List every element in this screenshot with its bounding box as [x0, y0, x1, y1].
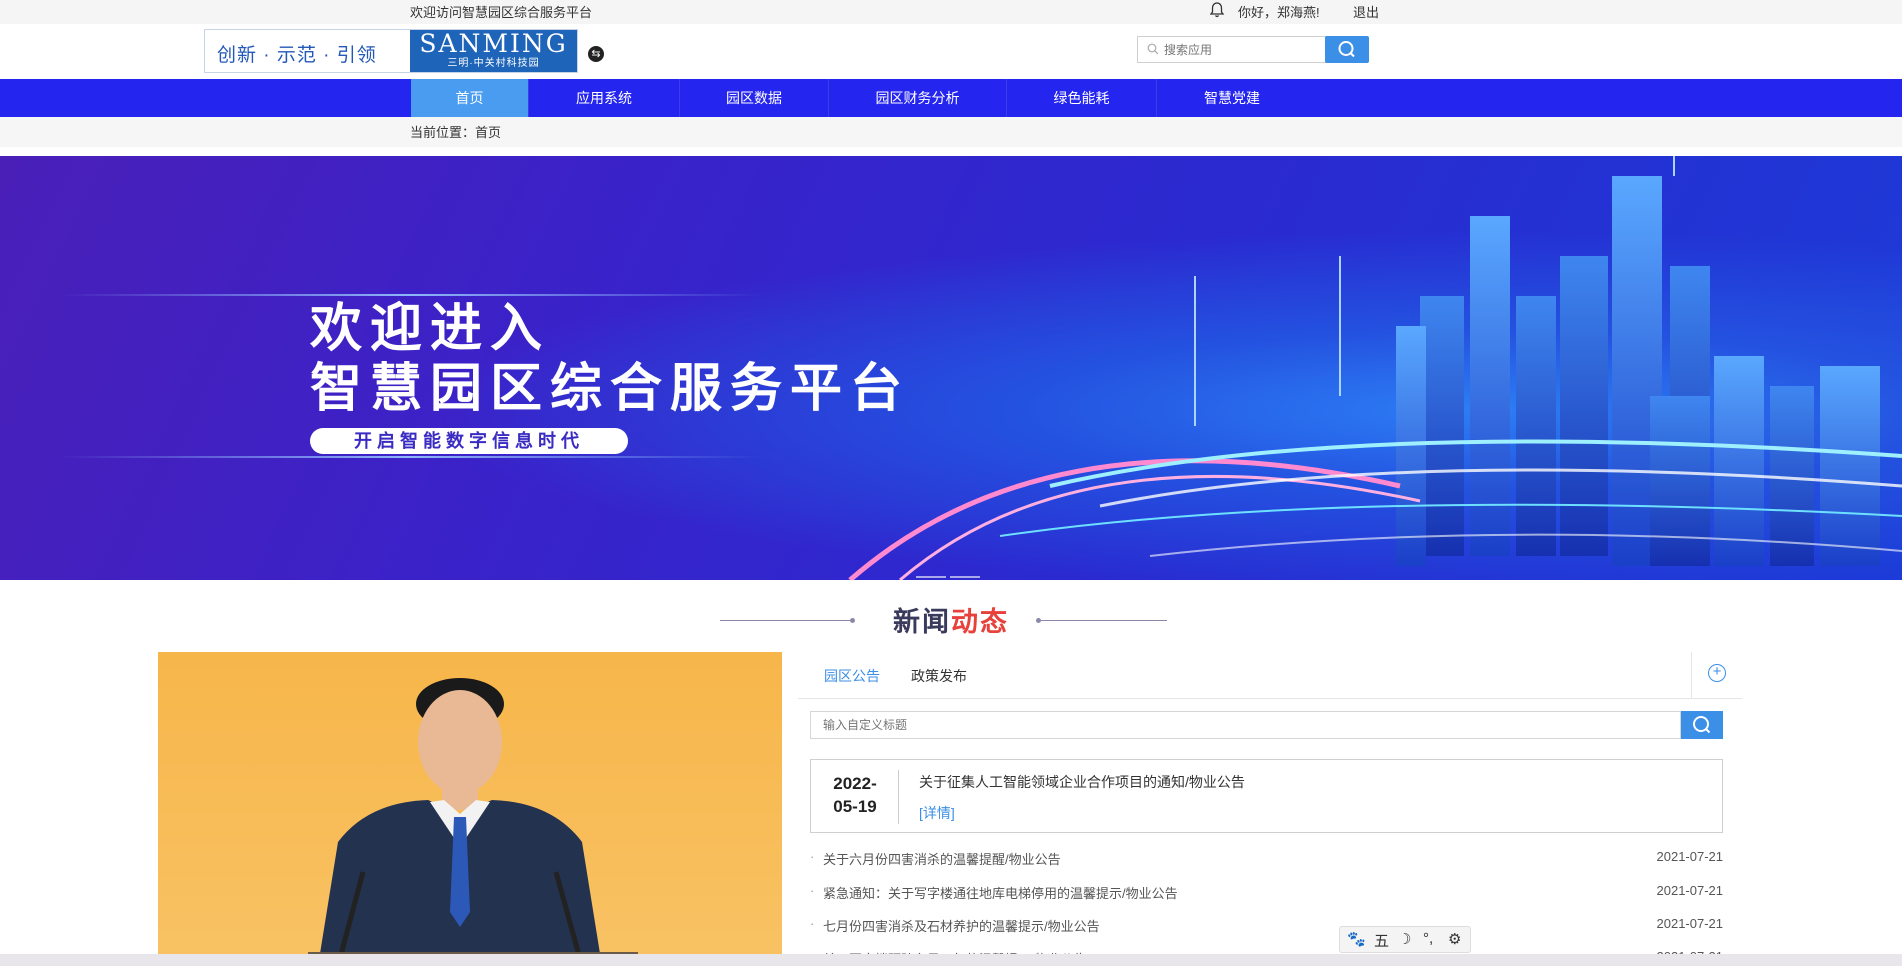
section-title-a: 新闻: [893, 607, 951, 637]
bullet: ·: [810, 883, 815, 898]
news-tabs: 园区公告 政策发布 +: [798, 652, 1742, 699]
featured-date-day: 05-19: [833, 797, 877, 816]
hero-banner[interactable]: 欢迎进入 智慧园区综合服务平台 开启智能数字信息时代: [0, 156, 1902, 580]
news-item-title[interactable]: 七月份四害消杀及石材养护的温馨提示/物业公告: [823, 916, 1100, 935]
app-search-input[interactable]: [1164, 40, 1322, 60]
section-title: 新闻动态: [0, 600, 1902, 640]
top-bar: 欢迎访问智慧园区综合服务平台 你好，郑海燕! 退出: [0, 0, 1902, 24]
moon-icon[interactable]: ☽: [1398, 930, 1411, 948]
app-search: [1137, 36, 1327, 63]
news-search-input[interactable]: [823, 716, 1663, 734]
slogan: 创新 · 示范 · 引领: [217, 45, 377, 66]
switch-icon[interactable]: ⇆: [588, 46, 604, 62]
header: 创新 · 示范 · 引领 SANMING 三明·中关村科技园 ⇆: [0, 24, 1902, 79]
ime-mode[interactable]: 五: [1374, 930, 1389, 951]
brand-name: SANMING: [419, 29, 568, 58]
tab-park-notices[interactable]: 园区公告: [824, 666, 880, 686]
breadcrumb-text: 当前位置：首页: [410, 125, 502, 140]
breadcrumb: 当前位置：首页: [0, 117, 1902, 147]
city-skyline-illustration: [848, 156, 1902, 580]
search-icon: [1338, 41, 1355, 58]
news-item-date: 2021-07-21: [1656, 849, 1724, 864]
nav-home[interactable]: 首页: [411, 79, 529, 117]
search-icon: [1693, 716, 1711, 734]
bullet: ·: [810, 849, 815, 864]
carousel-indicators[interactable]: [916, 565, 984, 580]
light-streak: [60, 456, 760, 458]
nav-finance[interactable]: 园区财务分析: [829, 79, 1007, 117]
news-item-title[interactable]: 紧急通知：关于写字楼通往地库电梯停用的温馨提示/物业公告: [823, 883, 1178, 902]
logo[interactable]: 创新 · 示范 · 引领 SANMING 三明·中关村科技园: [204, 29, 578, 73]
news-item-date: 2021-07-21: [1656, 916, 1724, 931]
featured-news[interactable]: 2022- 05-19 关于征集人工智能领域企业合作项目的通知/物业公告 [详情…: [810, 759, 1723, 833]
banner-tagline: 开启智能数字信息时代: [310, 428, 628, 454]
news-search-button[interactable]: [1681, 711, 1723, 739]
tab-policy[interactable]: 政策发布: [911, 666, 967, 686]
news-list-item[interactable]: · 七月份四害消杀及石材养护的温馨提示/物业公告 2021-07-21: [810, 916, 1723, 936]
add-icon[interactable]: +: [1708, 664, 1726, 682]
nav-party[interactable]: 智慧党建: [1157, 79, 1307, 117]
user-greeting: 你好，郑海燕!: [1238, 5, 1320, 20]
news-search: [810, 711, 1681, 739]
news-list-item[interactable]: · 关于六月份四害消杀的温馨提醒/物业公告 2021-07-21: [810, 849, 1723, 869]
featured-title[interactable]: 关于征集人工智能领域企业合作项目的通知/物业公告: [919, 772, 1245, 792]
main-nav: 首页 应用系统 园区数据 园区财务分析 绿色能耗 智慧党建: [0, 79, 1902, 117]
punctuation-icon[interactable]: °,: [1423, 930, 1433, 947]
app-search-button[interactable]: [1325, 36, 1369, 63]
search-icon: [1147, 43, 1159, 55]
banner-title-line2: 智慧园区综合服务平台: [310, 360, 911, 418]
logout-link[interactable]: 退出: [1353, 2, 1379, 21]
news-photo[interactable]: [158, 652, 782, 966]
paw-icon[interactable]: 🐾: [1347, 930, 1366, 948]
nav-energy[interactable]: 绿色能耗: [1007, 79, 1157, 117]
brand-subtitle: 三明·中关村科技园: [447, 58, 540, 69]
bullet: ·: [810, 916, 815, 931]
gear-icon[interactable]: ⚙: [1448, 930, 1461, 948]
news-list-item[interactable]: · 紧急通知：关于写字楼通往地库电梯停用的温馨提示/物业公告 2021-07-2…: [810, 883, 1723, 903]
section-title-b: 动态: [951, 607, 1009, 637]
nav-apps[interactable]: 应用系统: [529, 79, 680, 117]
ime-toolbar: 🐾 五 ☽ °, ⚙: [1339, 926, 1471, 953]
featured-date: 2022- 05-19: [811, 772, 899, 818]
news-panel: 园区公告 政策发布 + 2022- 05-19 关于征集人工智能领域企业合作项目…: [798, 652, 1742, 966]
tab-divider: [1691, 652, 1692, 698]
featured-detail-link[interactable]: [详情]: [919, 803, 955, 823]
news-item-title[interactable]: 关于六月份四害消杀的温馨提醒/物业公告: [823, 849, 1061, 868]
news-item-date: 2021-07-21: [1656, 883, 1724, 898]
welcome-text: 欢迎访问智慧园区综合服务平台: [410, 5, 593, 20]
date-divider: [898, 770, 899, 824]
bell-icon[interactable]: [1208, 1, 1226, 19]
speaker-photo: [308, 678, 638, 966]
bottom-strip: [0, 954, 1902, 966]
brand-logo: SANMING 三明·中关村科技园: [410, 30, 577, 72]
nav-park-data[interactable]: 园区数据: [680, 79, 829, 117]
featured-date-year: 2022-: [833, 774, 877, 793]
